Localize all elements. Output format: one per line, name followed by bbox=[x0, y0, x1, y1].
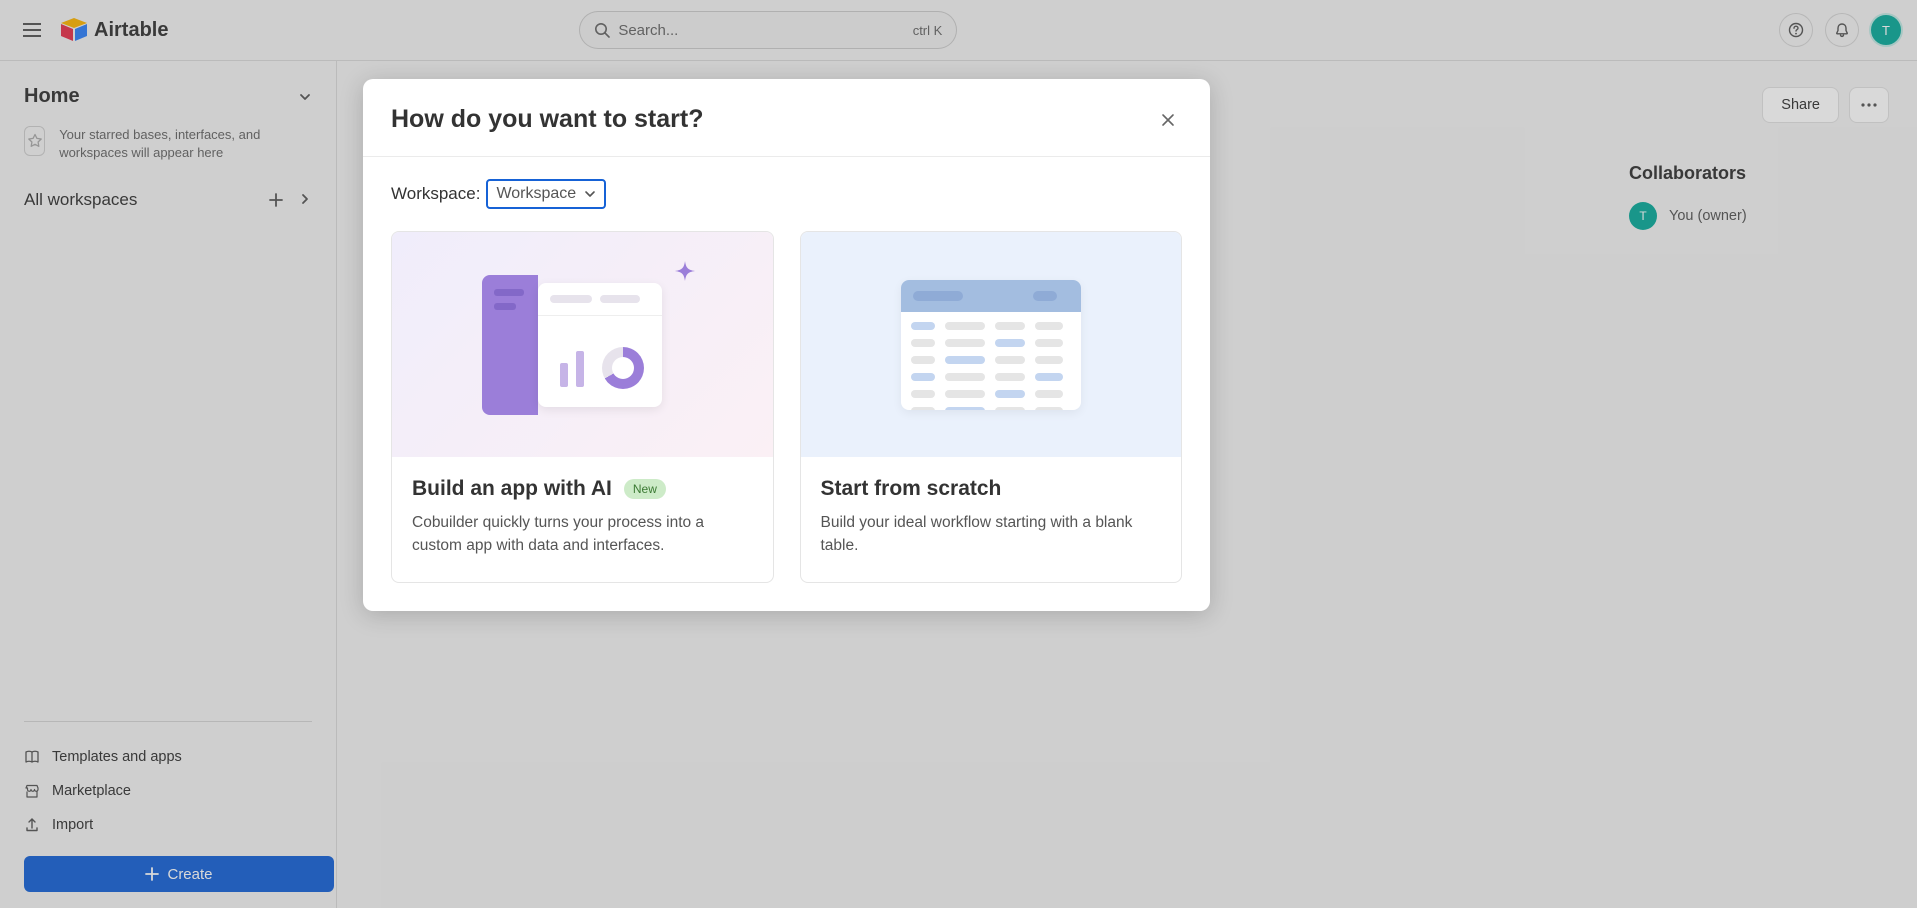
modal-close-button[interactable] bbox=[1154, 106, 1182, 134]
sparkle-icon bbox=[666, 259, 704, 297]
book-icon bbox=[24, 749, 40, 765]
upload-icon bbox=[24, 817, 40, 833]
notifications-button[interactable] bbox=[1825, 13, 1859, 47]
topbar: Airtable Search... ctrl K T bbox=[0, 0, 1917, 61]
workspace-value: Workspace bbox=[496, 185, 576, 203]
search-shortcut: ctrl K bbox=[913, 23, 943, 38]
chevron-down-icon bbox=[584, 188, 596, 200]
create-button[interactable]: Create bbox=[24, 856, 334, 892]
workspace-label: Workspace: bbox=[391, 184, 480, 204]
sidebar-home-header[interactable]: Home bbox=[24, 85, 312, 108]
all-workspaces-label: All workspaces bbox=[24, 190, 137, 210]
search-input[interactable]: Search... ctrl K bbox=[579, 11, 957, 49]
search-placeholder: Search... bbox=[618, 22, 912, 39]
chevron-down-icon bbox=[298, 90, 312, 104]
starred-hint-text: Your starred bases, interfaces, and work… bbox=[59, 126, 312, 162]
sidebar-divider bbox=[24, 721, 312, 722]
collaborator-avatar: T bbox=[1629, 202, 1657, 230]
shop-icon bbox=[24, 783, 40, 799]
topbar-actions: T bbox=[1779, 13, 1901, 47]
sidebar-link-marketplace[interactable]: Marketplace bbox=[24, 774, 312, 808]
sidebar-link-templates[interactable]: Templates and apps bbox=[24, 740, 312, 774]
option-card-ai[interactable]: Build an app with AI New Cobuilder quick… bbox=[391, 231, 774, 583]
close-icon bbox=[1160, 112, 1176, 128]
star-icon bbox=[27, 133, 43, 149]
help-icon bbox=[1788, 22, 1804, 38]
collaborator-row: T You (owner) bbox=[1629, 202, 1889, 230]
card-desc: Cobuilder quickly turns your process int… bbox=[412, 511, 753, 558]
collab-initial: T bbox=[1639, 209, 1646, 223]
help-button[interactable] bbox=[1779, 13, 1813, 47]
card-art-scratch bbox=[801, 232, 1182, 457]
brand-logo[interactable]: Airtable bbox=[60, 18, 168, 42]
sidebar-link-label: Templates and apps bbox=[52, 749, 182, 765]
option-card-scratch[interactable]: Start from scratch Build your ideal work… bbox=[800, 231, 1183, 583]
card-title: Start from scratch bbox=[821, 477, 1002, 501]
bell-icon bbox=[1834, 22, 1850, 38]
sidebar-link-label: Import bbox=[52, 817, 93, 833]
more-button[interactable] bbox=[1849, 87, 1889, 123]
avatar-initial: T bbox=[1882, 23, 1890, 38]
sidebar-link-import[interactable]: Import bbox=[24, 808, 312, 842]
card-title: Build an app with AI bbox=[412, 477, 612, 501]
star-placeholder bbox=[24, 126, 45, 156]
create-label: Create bbox=[167, 866, 212, 883]
new-badge: New bbox=[624, 479, 666, 499]
sidebar: Home Your starred bases, interfaces, and… bbox=[0, 61, 337, 908]
collaborators-title: Collaborators bbox=[1629, 163, 1889, 184]
chevron-right-icon[interactable] bbox=[298, 192, 312, 206]
card-art-ai bbox=[392, 232, 773, 457]
brand-name: Airtable bbox=[94, 19, 168, 42]
plus-icon[interactable] bbox=[268, 192, 284, 208]
dots-icon bbox=[1861, 103, 1877, 107]
share-button[interactable]: Share bbox=[1762, 87, 1839, 123]
modal-title: How do you want to start? bbox=[391, 105, 704, 134]
airtable-logo-icon bbox=[60, 18, 88, 42]
plus-icon bbox=[145, 867, 159, 881]
menu-toggle-button[interactable] bbox=[16, 14, 48, 46]
share-label: Share bbox=[1781, 97, 1820, 113]
sidebar-home-title: Home bbox=[24, 85, 80, 108]
search-icon bbox=[594, 22, 610, 38]
sidebar-all-workspaces[interactable]: All workspaces bbox=[24, 190, 312, 210]
collaborator-name: You (owner) bbox=[1669, 208, 1747, 224]
sidebar-link-label: Marketplace bbox=[52, 783, 131, 799]
workspace-select[interactable]: Workspace bbox=[486, 179, 606, 209]
starred-empty-state: Your starred bases, interfaces, and work… bbox=[24, 126, 312, 162]
card-desc: Build your ideal workflow starting with … bbox=[821, 511, 1162, 558]
user-avatar[interactable]: T bbox=[1871, 15, 1901, 45]
hamburger-icon bbox=[23, 23, 41, 37]
create-modal: How do you want to start? Workspace: Wor… bbox=[363, 79, 1210, 611]
